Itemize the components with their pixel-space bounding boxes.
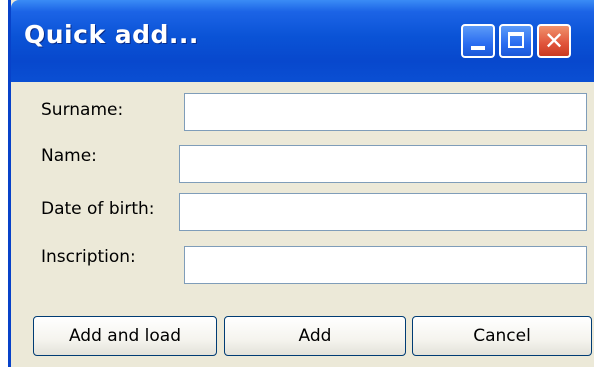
close-button[interactable]: ✕ [537, 24, 571, 58]
maximize-icon [508, 32, 524, 48]
maximize-button[interactable] [499, 24, 533, 58]
date-of-birth-label: Date of birth: [41, 199, 155, 219]
surname-label: Surname: [41, 100, 124, 120]
add-and-load-button[interactable]: Add and load [33, 316, 217, 356]
title-bar[interactable]: Quick add... ✕ [11, 0, 594, 82]
quick-add-dialog: Quick add... ✕ Surname: Name: Date of bi… [8, 0, 594, 367]
inscription-field[interactable] [184, 246, 587, 284]
name-field[interactable] [179, 145, 587, 183]
surname-field[interactable] [184, 93, 587, 131]
inscription-label: Inscription: [41, 247, 136, 267]
name-label: Name: [41, 146, 97, 166]
minimize-icon [471, 46, 485, 50]
date-of-birth-field[interactable] [179, 193, 587, 231]
add-button[interactable]: Add [224, 316, 406, 356]
close-icon: ✕ [543, 27, 565, 55]
window-title: Quick add... [24, 20, 199, 49]
minimize-button[interactable] [461, 24, 495, 58]
cancel-button[interactable]: Cancel [412, 316, 592, 356]
